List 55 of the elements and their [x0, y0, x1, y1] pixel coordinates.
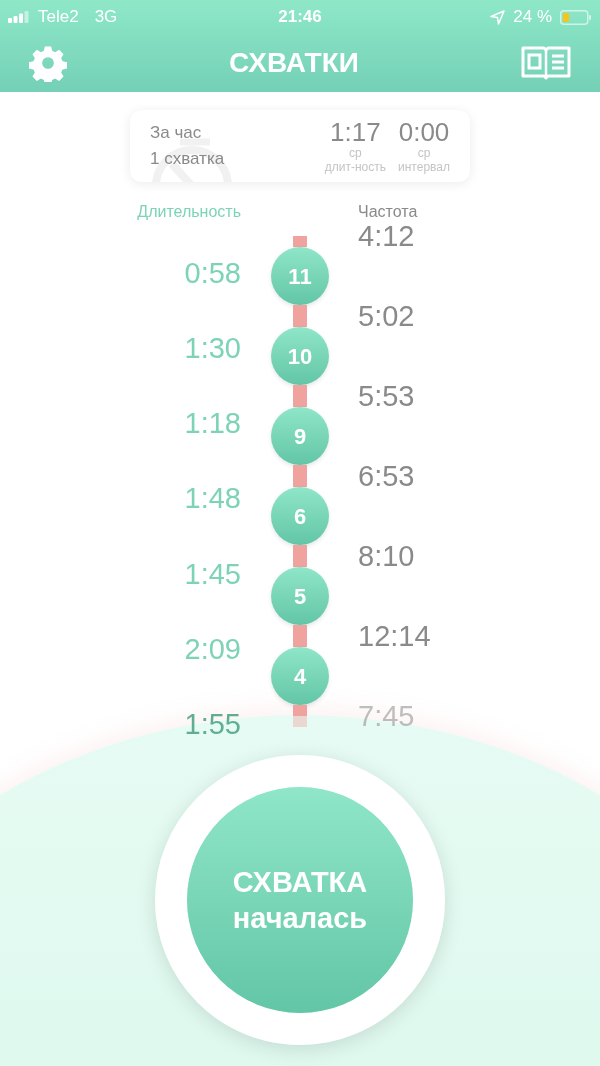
settings-button[interactable] [28, 43, 68, 83]
contraction-number[interactable]: 4 [271, 647, 329, 705]
timeline-connector [293, 636, 307, 647]
timeline-connector [293, 305, 307, 316]
timeline-connector [293, 236, 307, 247]
duration-value: 1:55 [184, 709, 241, 739]
contraction-number[interactable]: 5 [271, 567, 329, 625]
battery-icon [560, 9, 592, 25]
frequency-value: 12:14 [358, 621, 431, 651]
timeline-connector [293, 396, 307, 407]
signal-icon [8, 11, 30, 23]
duration-value: 1:30 [184, 334, 241, 364]
location-arrow-icon [490, 9, 506, 25]
timeline-connector [293, 716, 307, 727]
timeline-connector [293, 545, 307, 556]
stat-label: интервал [398, 160, 450, 174]
clock-time: 21:46 [278, 7, 322, 27]
network-type: 3G [94, 6, 118, 29]
stat-value: 1:17 [330, 118, 381, 146]
screen-title: СХВАТКИ [229, 47, 359, 78]
frequency-value: 4:12 [358, 221, 415, 251]
frequency-value: 5:02 [358, 301, 415, 331]
timeline-connector [293, 556, 307, 567]
frequency-value: 6:53 [358, 461, 415, 491]
timeline-connector [293, 625, 307, 636]
duration-value: 0:58 [184, 259, 241, 289]
stat-value: 0:00 [398, 118, 450, 146]
duration-value: 2:09 [184, 634, 241, 664]
duration-value: 1:18 [184, 409, 241, 439]
stat-unit: ср [349, 146, 362, 160]
open-book-icon [520, 45, 572, 81]
contraction-number[interactable]: 11 [271, 247, 329, 305]
timeline-connector [293, 476, 307, 487]
stat-label: длит-ность [324, 160, 387, 174]
timeline-connector [293, 385, 307, 396]
start-contraction-button[interactable]: СХВАТКА началась [187, 787, 413, 1013]
frequency-value: 7:45 [358, 701, 415, 731]
frequency-value: 8:10 [358, 541, 415, 571]
timeline-connector [293, 465, 307, 476]
duration-value: 1:45 [184, 559, 241, 589]
frequency-value: 5:53 [358, 381, 415, 411]
column-header: Частота [358, 203, 418, 220]
carrier-name: Tele2 [38, 6, 79, 29]
column-header: Длительность [137, 203, 241, 220]
stat-unit: ср [417, 146, 431, 160]
contraction-number[interactable]: 6 [271, 487, 329, 545]
battery-percent: 24 % [513, 6, 552, 29]
period-label: За час [150, 122, 203, 144]
settings-icon [29, 44, 67, 82]
contraction-number[interactable]: 10 [271, 327, 329, 385]
timeline-connector [293, 316, 307, 327]
duration-value: 1:48 [184, 484, 241, 514]
contraction-number[interactable]: 9 [271, 407, 329, 465]
timeline-connector [293, 705, 307, 716]
contraction-count: 1 схватка [150, 148, 225, 170]
